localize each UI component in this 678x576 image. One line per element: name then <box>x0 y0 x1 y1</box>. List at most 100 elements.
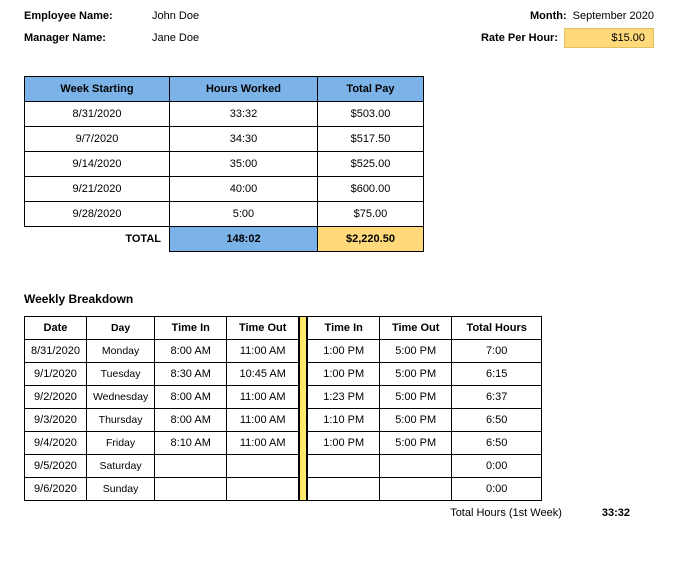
cell-pay: $503.00 <box>317 102 423 127</box>
cell-hours: 40:00 <box>170 177 318 202</box>
cell-date: 9/4/2020 <box>25 432 87 455</box>
cell-tin2 <box>308 478 380 501</box>
table-row: 0:00 <box>308 455 542 478</box>
cell-day: Sunday <box>86 478 154 501</box>
manager-name-value: Jane Doe <box>152 32 199 44</box>
table-row: 9/6/2020Sunday <box>25 478 299 501</box>
cell-total: 6:50 <box>452 432 542 455</box>
table-row: 9/21/202040:00$600.00 <box>25 177 424 202</box>
table-row: 9/4/2020Friday8:10 AM11:00 AM <box>25 432 299 455</box>
cell-tout2: 5:00 PM <box>380 432 452 455</box>
cell-total: 7:00 <box>452 340 542 363</box>
cell-pay: $525.00 <box>317 152 423 177</box>
table-row: 1:00 PM5:00 PM6:15 <box>308 363 542 386</box>
col-day: Day <box>86 317 154 340</box>
col-time-in-1: Time In <box>155 317 227 340</box>
table-row: 8/31/202033:32$503.00 <box>25 102 424 127</box>
cell-pay: $517.50 <box>317 127 423 152</box>
cell-date: 9/1/2020 <box>25 363 87 386</box>
cell-tin1 <box>155 478 227 501</box>
cell-tout1: 10:45 AM <box>227 363 299 386</box>
cell-total: 6:37 <box>452 386 542 409</box>
cell-tout2: 5:00 PM <box>380 363 452 386</box>
cell-hours: 35:00 <box>170 152 318 177</box>
cell-tout1: 11:00 AM <box>227 409 299 432</box>
breakdown-footer-label: Total Hours (1st Week) <box>450 507 562 519</box>
cell-week: 9/7/2020 <box>25 127 170 152</box>
table-row: 8/31/2020Monday8:00 AM11:00 AM <box>25 340 299 363</box>
cell-date: 9/3/2020 <box>25 409 87 432</box>
breakdown-table-right: Time In Time Out Total Hours 1:00 PM5:00… <box>307 316 542 501</box>
cell-tout2 <box>380 478 452 501</box>
cell-tout1: 11:00 AM <box>227 432 299 455</box>
cell-tin2: 1:23 PM <box>308 386 380 409</box>
cell-week: 8/31/2020 <box>25 102 170 127</box>
table-row: 9/28/20205:00$75.00 <box>25 202 424 227</box>
breakdown-title: Weekly Breakdown <box>24 292 654 306</box>
cell-tout1 <box>227 455 299 478</box>
col-date: Date <box>25 317 87 340</box>
cell-total: 0:00 <box>452 478 542 501</box>
cell-total: 6:15 <box>452 363 542 386</box>
cell-tout2 <box>380 455 452 478</box>
summary-table: Week Starting Hours Worked Total Pay 8/3… <box>24 76 424 252</box>
employee-name-label: Employee Name: <box>24 10 134 22</box>
cell-tin2: 1:00 PM <box>308 340 380 363</box>
cell-day: Tuesday <box>86 363 154 386</box>
col-total-pay: Total Pay <box>317 77 423 102</box>
cell-date: 9/6/2020 <box>25 478 87 501</box>
cell-date: 9/5/2020 <box>25 455 87 478</box>
cell-tout2: 5:00 PM <box>380 409 452 432</box>
cell-tout2: 5:00 PM <box>380 340 452 363</box>
col-week-starting: Week Starting <box>25 77 170 102</box>
cell-week: 9/28/2020 <box>25 202 170 227</box>
cell-day: Monday <box>86 340 154 363</box>
table-row: 9/5/2020Saturday <box>25 455 299 478</box>
cell-tin1: 8:00 AM <box>155 409 227 432</box>
manager-name-label: Manager Name: <box>24 32 134 44</box>
table-row: 9/3/2020Thursday8:00 AM11:00 AM <box>25 409 299 432</box>
summary-total-hours: 148:02 <box>170 227 318 252</box>
cell-tin2: 1:00 PM <box>308 363 380 386</box>
breakdown-footer-value: 33:32 <box>602 507 630 519</box>
cell-tin2: 1:10 PM <box>308 409 380 432</box>
summary-total-label: TOTAL <box>25 227 170 252</box>
table-row: 9/14/202035:00$525.00 <box>25 152 424 177</box>
table-row: 0:00 <box>308 478 542 501</box>
breakdown-table-left: Date Day Time In Time Out 8/31/2020Monda… <box>24 316 299 501</box>
cell-pay: $600.00 <box>317 177 423 202</box>
breakdown-divider <box>299 316 307 501</box>
cell-day: Wednesday <box>86 386 154 409</box>
cell-tin1: 8:00 AM <box>155 386 227 409</box>
breakdown-wrap: Date Day Time In Time Out 8/31/2020Monda… <box>24 316 654 501</box>
cell-tin2 <box>308 455 380 478</box>
cell-tin1: 8:30 AM <box>155 363 227 386</box>
cell-day: Thursday <box>86 409 154 432</box>
cell-tout1: 11:00 AM <box>227 340 299 363</box>
col-time-in-2: Time In <box>308 317 380 340</box>
cell-tin2: 1:00 PM <box>308 432 380 455</box>
table-row: 1:10 PM5:00 PM6:50 <box>308 409 542 432</box>
employee-name-value: John Doe <box>152 10 199 22</box>
table-row: 9/1/2020Tuesday8:30 AM10:45 AM <box>25 363 299 386</box>
cell-hours: 34:30 <box>170 127 318 152</box>
cell-day: Saturday <box>86 455 154 478</box>
cell-hours: 5:00 <box>170 202 318 227</box>
cell-total: 6:50 <box>452 409 542 432</box>
month-label: Month: <box>530 10 567 22</box>
summary-total-pay: $2,220.50 <box>317 227 423 252</box>
col-total-hours: Total Hours <box>452 317 542 340</box>
table-row: 9/7/202034:30$517.50 <box>25 127 424 152</box>
cell-tin1 <box>155 455 227 478</box>
col-time-out-1: Time Out <box>227 317 299 340</box>
cell-date: 9/2/2020 <box>25 386 87 409</box>
cell-hours: 33:32 <box>170 102 318 127</box>
col-hours-worked: Hours Worked <box>170 77 318 102</box>
table-row: 1:23 PM5:00 PM6:37 <box>308 386 542 409</box>
cell-tout2: 5:00 PM <box>380 386 452 409</box>
col-time-out-2: Time Out <box>380 317 452 340</box>
rate-label: Rate Per Hour: <box>481 32 558 44</box>
cell-tout1: 11:00 AM <box>227 386 299 409</box>
table-row: 1:00 PM5:00 PM7:00 <box>308 340 542 363</box>
cell-pay: $75.00 <box>317 202 423 227</box>
